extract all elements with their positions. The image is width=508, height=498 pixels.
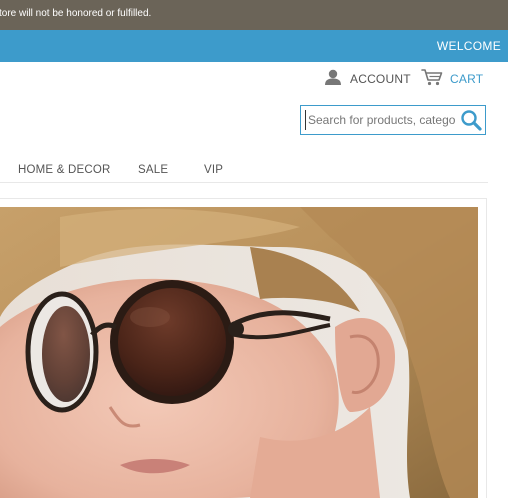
nav-item-vip[interactable]: VIP — [204, 164, 223, 176]
search-input[interactable] — [305, 110, 457, 130]
hero-illustration — [0, 207, 478, 498]
search-icon — [460, 110, 482, 135]
search-button[interactable] — [460, 109, 482, 131]
nav-item-home-decor[interactable]: HOME & DECOR — [18, 164, 111, 176]
account-link[interactable]: ACCOUNT — [324, 69, 411, 89]
account-label: ACCOUNT — [350, 72, 411, 86]
welcome-bar: WELCOME — [0, 30, 508, 62]
main-nav: HOME & DECOR SALE VIP — [0, 158, 488, 183]
store-notice-bar: is store will not be honored or fulfille… — [0, 0, 508, 30]
cart-link[interactable]: CART — [421, 68, 484, 91]
cart-icon — [421, 68, 443, 91]
user-icon — [324, 69, 342, 90]
hero-image[interactable] — [0, 207, 478, 498]
welcome-link[interactable]: WELCOME — [437, 39, 501, 53]
nav-item-sale[interactable]: SALE — [138, 164, 168, 176]
store-notice-text: is store will not be honored or fulfille… — [0, 8, 152, 19]
cart-label: CART — [450, 72, 484, 86]
search-box — [300, 105, 486, 135]
